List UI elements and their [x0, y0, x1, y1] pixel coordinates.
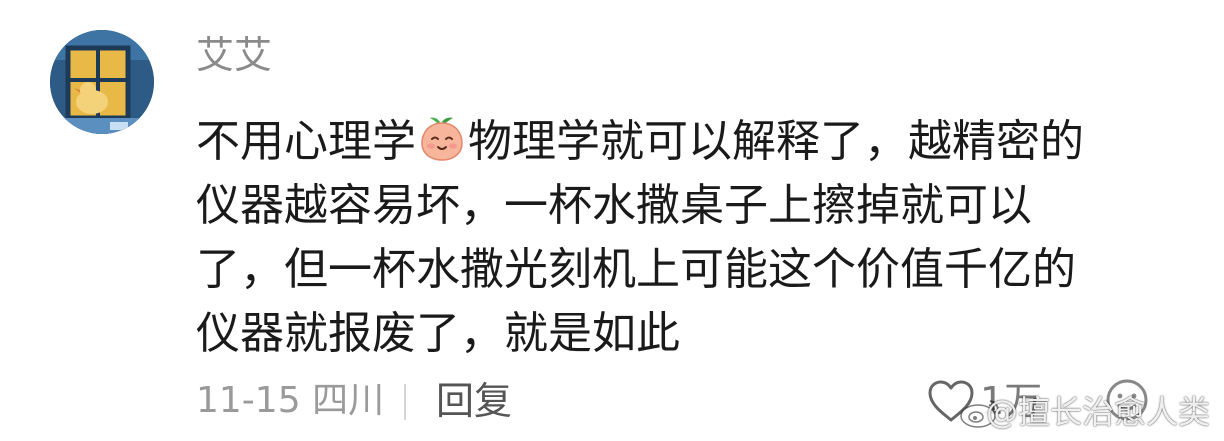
- comment-location: 四川: [312, 380, 385, 421]
- watermark: @擅长治愈人类: [985, 393, 1210, 431]
- reply-button[interactable]: 回复: [436, 376, 512, 426]
- avatar-illustration: [50, 30, 154, 134]
- comment-line-3: 了，但一杯水撒光刻机上可能这个价值千亿的: [196, 244, 1076, 295]
- avatar[interactable]: [50, 30, 154, 134]
- divider: [404, 384, 406, 420]
- comment-line-1: 不用心理学 物理学就可以解释了，越精密的: [196, 110, 1156, 174]
- username[interactable]: 艾艾: [196, 36, 272, 74]
- comment-text: 不用心理学 物理学就可以解释了，越精密的 仪器越容易坏，一杯水撒桌子上擦掉就可以…: [196, 110, 1156, 366]
- comment-text-segment: 不用心理学: [196, 116, 416, 167]
- comment-line-4: 仪器就报废了，就是如此: [196, 308, 680, 359]
- comment-line-2: 仪器越容易坏，一杯水撒桌子上擦掉就可以: [196, 180, 1032, 231]
- comment-meta: 11-15 四川: [196, 376, 384, 426]
- comment-text-segment: 物理学就可以解释了，越精密的: [468, 116, 1084, 167]
- comment-date: 11-15: [196, 380, 301, 421]
- peach-face-emoji: [421, 117, 463, 161]
